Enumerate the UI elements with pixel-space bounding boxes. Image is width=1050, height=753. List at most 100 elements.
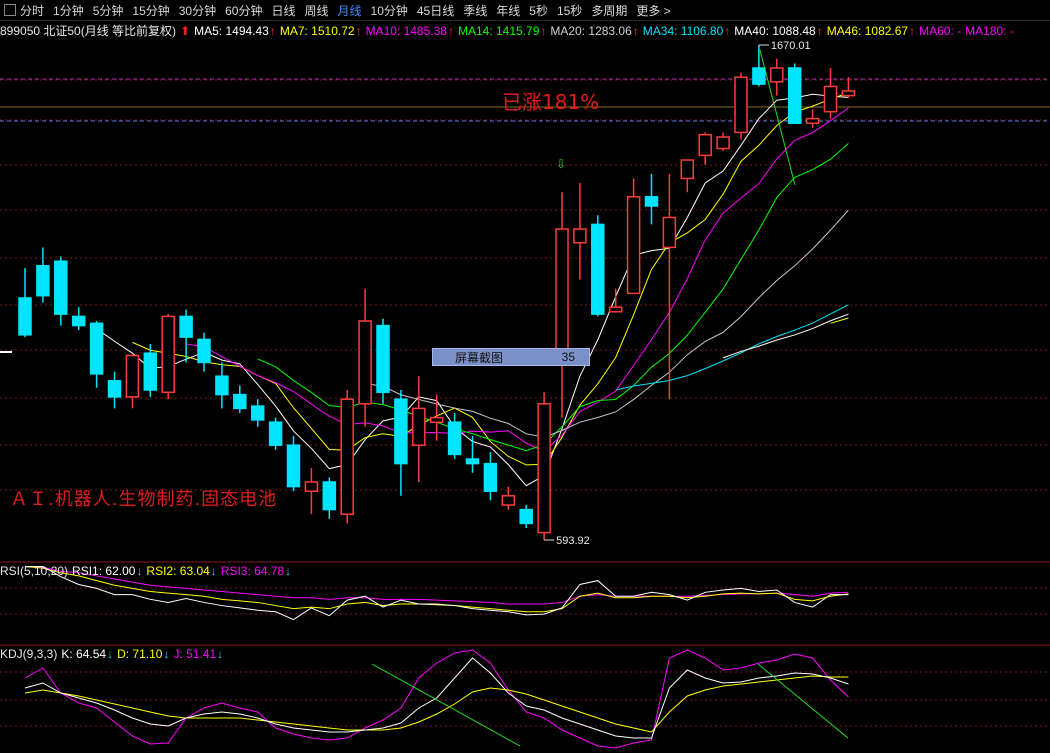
ma-arrow-0: ↑ [269,23,276,38]
screenshot-label: 屏幕截图 [455,350,504,365]
candle-body-17 [322,481,337,511]
tab-6[interactable]: 日线 [271,2,295,19]
ma10-line [186,107,849,453]
candle-body-41 [752,67,766,85]
candle-body-10 [197,338,211,364]
kdj-j-line [24,649,849,749]
candle-body-33 [608,306,623,313]
candle-body-4 [89,322,104,375]
candle-body-27 [501,495,516,506]
rsi-value-0: RSI1: 62.00 [72,564,136,578]
candle-body-20 [376,324,390,394]
kdj-trendline-1 [371,663,521,747]
tab-3[interactable]: 15分钟 [132,2,169,19]
tab-10[interactable]: 45日线 [417,2,454,19]
candle-body-3 [71,315,86,327]
ma-label-7: MA46: 1082.67 [826,23,909,38]
ma20-line [365,209,849,438]
tab-12[interactable]: 年线 [496,2,520,19]
kdj-arrow-0: ↓ [107,647,114,661]
ma-infobar: 899050 北证50(月线 等比前复权) ⬆ MA5: 1494.43 ↑ MA7… [0,21,1050,40]
candle-body-6 [125,354,140,398]
candle-body-44 [805,117,820,124]
candle-body-34 [626,196,641,295]
tab-15[interactable]: 多周期 [591,2,627,19]
kdj-value-0: K: 64.54 [61,647,107,661]
candle-body-9 [179,315,193,338]
candle-body-15 [286,444,301,488]
candle-body-35 [644,196,659,207]
candle-body-12 [233,393,247,410]
ma-label-2: MA10: 1485.38 [365,23,447,38]
ma-label-6: MA40: 1088.48 [734,23,816,38]
tab-14[interactable]: 15秒 [557,2,582,19]
candle-body-19 [358,320,372,405]
candle-body-18 [340,398,354,515]
rsi-arrow-0: ↓ [136,564,143,578]
theme-label: ＡＩ.机器人.生物制药.固态电池 [10,489,278,510]
rsi-value-1: RSI2: 63.04 [146,564,210,578]
tab-1[interactable]: 1分钟 [53,2,84,19]
ma-arrow-4: ↑ [632,23,639,38]
tab-9[interactable]: 10分钟 [371,2,408,19]
candle-body-42 [770,67,784,83]
tab-7[interactable]: 周线 [304,2,328,19]
tab-11[interactable]: 季线 [463,2,487,19]
candle-body-26 [483,462,498,492]
ma40-line [722,313,849,359]
ma-label-0: MA5: 1494.43 [194,23,269,38]
tab-0[interactable]: 分时 [20,2,44,19]
candle-body-31 [573,228,587,244]
candle-body-32 [591,223,605,315]
candle-body-13 [250,405,265,421]
candle-body-36 [662,216,677,249]
rsi-title: RSI(5,10,20) [0,564,69,578]
candle-body-38 [698,133,712,157]
window-toggle-icon[interactable] [4,4,16,16]
candle-body-1 [36,265,50,297]
ma-arrow-3: ↑ [540,23,547,38]
candle-body-23 [429,416,444,423]
ma5-line [96,93,849,487]
kdj-arrow-1: ↓ [163,647,170,661]
ma46-line [830,317,849,324]
tab-5[interactable]: 60分钟 [225,2,262,19]
candle-body-2 [54,260,68,315]
kdj-trendline-2 [757,663,849,739]
candle-body-39 [716,136,730,150]
ma-label-8: MA60: - [919,23,962,38]
candle-body-8 [161,315,175,394]
tab-13[interactable]: 5秒 [529,2,548,19]
candle-body-21 [394,398,408,465]
chart-title: 899050 北证50(月线 等比前复权) [0,24,177,38]
tab-8[interactable]: 月线 [338,2,362,19]
ma-arrow-1: ↑ [355,23,362,38]
candle-body-16 [304,481,319,492]
screenshot-tooltip[interactable]: 屏幕截图 35 [432,348,590,366]
tab-4[interactable]: 30分钟 [179,2,216,19]
candle-body-45 [823,85,838,113]
refresh-arrow-icon[interactable]: ⬆ [180,24,190,38]
screenshot-value: 35 [561,350,575,364]
rsi-arrow-2: ↓ [285,564,292,578]
rsi-header: RSI(5,10,20) RSI1: 62.00 ↓ RSI2: 63.04 ↓ RSI… [0,563,295,579]
candle-body-30 [555,228,569,364]
ma-label-4: MA20: 1283.06 [550,23,632,38]
tab-2[interactable]: 5分钟 [93,2,124,19]
rsi-arrow-1: ↓ [210,564,217,578]
candle-body-40 [734,76,748,134]
candle-body-37 [680,159,695,180]
rsi-value-2: RSI3: 64.78 [220,564,285,578]
candle-body-25 [465,458,480,465]
candle-body-22 [412,407,426,446]
kdj-title: KDJ(9,3,3) [0,647,58,661]
ma-label-5: MA34: 1106.80 [642,23,724,38]
candle-body-0 [18,297,32,336]
ma-arrow-7: ↑ [909,23,916,38]
ma-label-9: MA180: - [965,23,1014,38]
tab-16[interactable]: 更多 > [636,2,670,19]
ma-arrow-5: ↑ [724,23,731,38]
low-label: 593.92 [556,535,590,547]
candle-body-11 [215,375,229,396]
candle-body-28 [519,508,533,525]
